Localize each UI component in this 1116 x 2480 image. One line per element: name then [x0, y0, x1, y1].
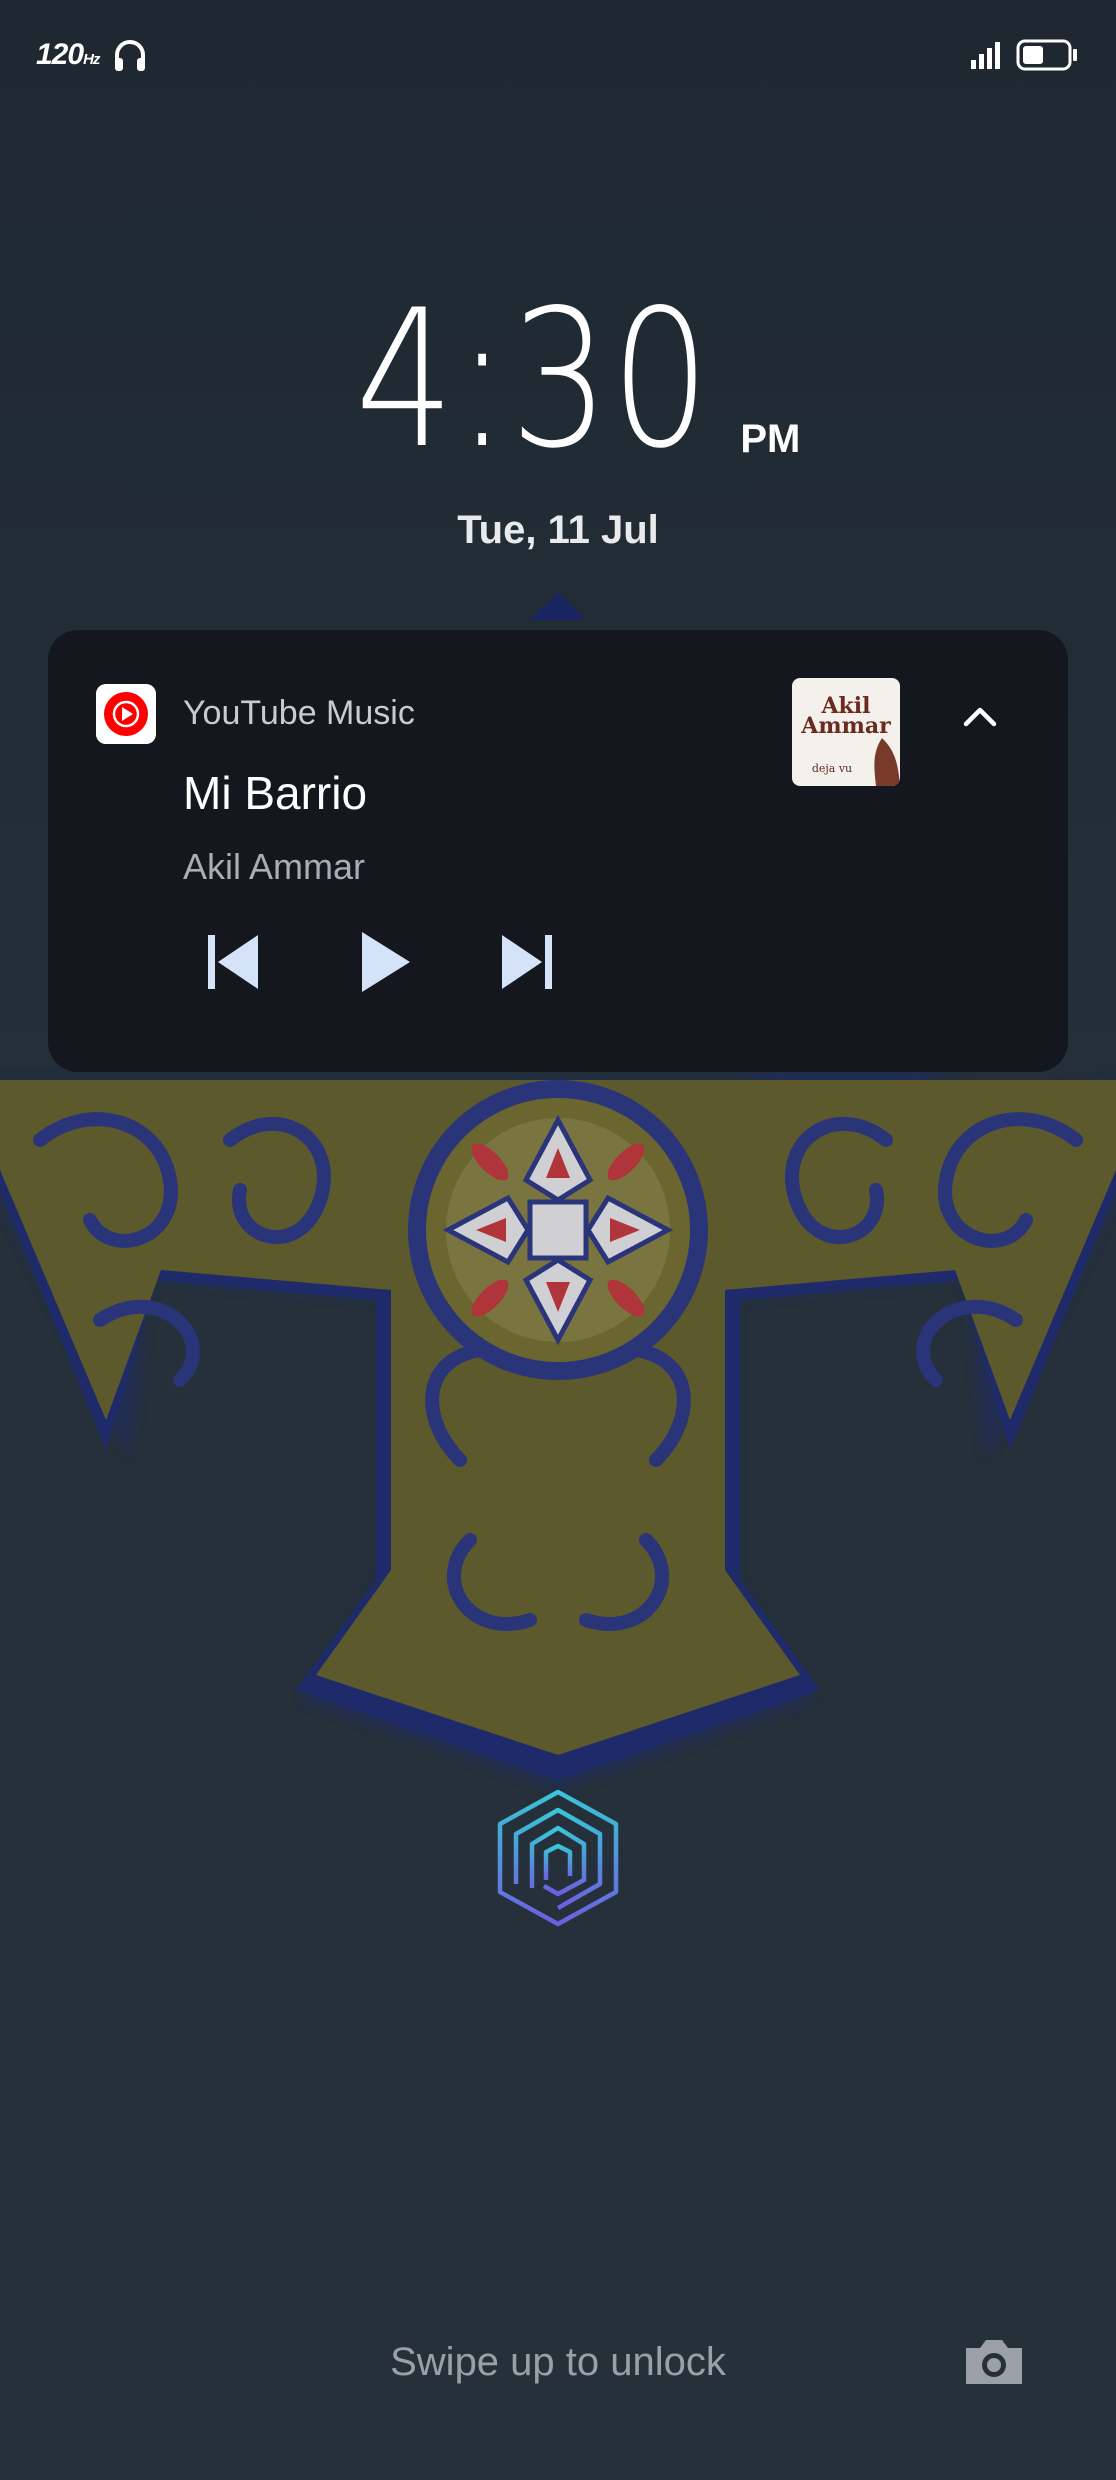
youtube-music-icon: [96, 684, 156, 744]
lockscreen-clock: 4:30 PM: [0, 269, 1116, 490]
play-icon[interactable]: [348, 926, 420, 998]
collapse-chevron-icon[interactable]: [948, 686, 1012, 746]
next-icon[interactable]: [488, 926, 560, 998]
previous-icon[interactable]: [200, 926, 272, 998]
fingerprint-icon[interactable]: [494, 1788, 622, 1928]
unlock-hint: Swipe up to unlock: [390, 2340, 726, 2384]
clock-date: Tue, 11 Jul: [457, 508, 659, 552]
camera-icon[interactable]: [962, 2336, 1026, 2388]
headphones-icon: [115, 40, 145, 71]
album-art-title: Akil Ammar: [801, 693, 891, 739]
refresh-rate-indicator: 120Hz: [36, 38, 100, 72]
media-player-card[interactable]: YouTube Music Akil Ammar deja vu Mi Barr…: [48, 630, 1068, 1072]
signal-icon: [971, 42, 1000, 69]
clock-time: 4:30: [354, 269, 712, 490]
status-bar: 120Hz: [0, 0, 1116, 110]
album-art-figure: [874, 738, 900, 786]
track-title: Mi Barrio: [183, 767, 368, 819]
refresh-rate-unit: Hz: [83, 51, 100, 68]
battery-icon: [1016, 39, 1077, 71]
refresh-rate-value: 120: [36, 38, 84, 71]
album-art: Akil Ammar deja vu: [792, 678, 900, 786]
track-artist: Akil Ammar: [183, 846, 366, 887]
album-art-subtitle: deja vu: [811, 762, 853, 775]
media-app-name: YouTube Music: [183, 694, 415, 732]
clock-ampm: PM: [740, 417, 801, 461]
